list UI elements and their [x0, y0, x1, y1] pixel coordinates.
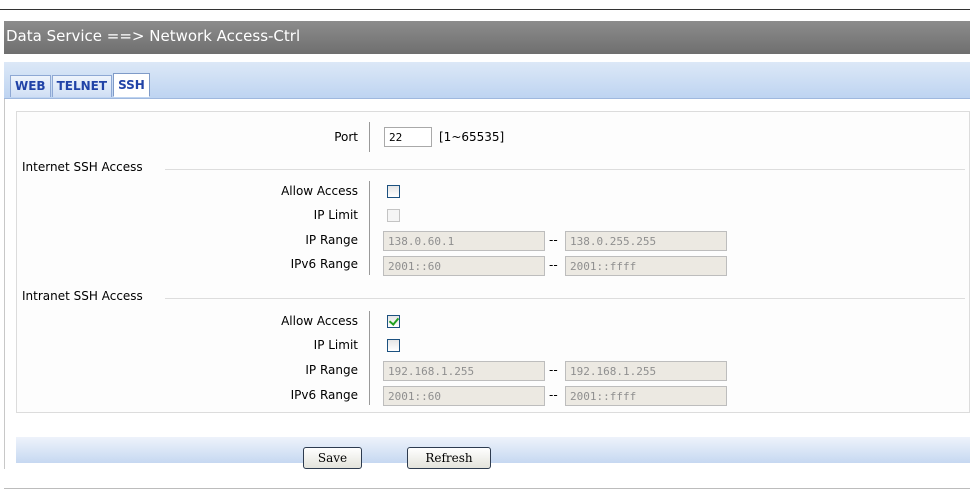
intranet-separator [369, 311, 370, 405]
action-bar [16, 437, 970, 463]
internet-ip-limit-label: IP Limit [313, 208, 358, 222]
intranet-allow-access-checkbox[interactable] [387, 315, 400, 328]
tab-web[interactable]: WEB [10, 75, 51, 97]
tab-ssh[interactable]: SSH [113, 73, 150, 97]
intranet-ip-limit-label: IP Limit [313, 338, 358, 352]
page-title: Data Service ==> Network Access-Ctrl [6, 27, 301, 45]
internet-allow-access-label: Allow Access [281, 184, 358, 198]
internet-ipv6-range-end-input[interactable] [565, 256, 727, 276]
internet-allow-access-checkbox[interactable] [387, 185, 400, 198]
refresh-button[interactable]: Refresh [407, 447, 491, 469]
internet-ip-range-label: IP Range [305, 233, 358, 247]
intranet-ip-range-end-input[interactable] [565, 361, 727, 381]
intranet-ip-range-separator: -- [549, 363, 558, 377]
internet-section-divider [165, 169, 965, 170]
tab-list: WEB TELNET SSH [10, 73, 151, 97]
intranet-ipv6-range-start-input[interactable] [383, 386, 545, 406]
intranet-ipv6-range-separator: -- [549, 388, 558, 402]
internet-ipv6-range-label: IPv6 Range [290, 257, 358, 271]
intranet-ip-limit-checkbox[interactable] [387, 339, 400, 352]
internet-section-title: Internet SSH Access [22, 160, 143, 174]
intranet-section-divider [165, 298, 965, 299]
internet-separator [369, 181, 370, 275]
bottom-border [4, 488, 970, 489]
internet-ip-limit-checkbox[interactable] [387, 209, 400, 222]
title-bar: Data Service ==> Network Access-Ctrl [4, 21, 970, 54]
tab-telnet[interactable]: TELNET [51, 75, 113, 97]
internet-ip-range-end-input[interactable] [565, 231, 727, 251]
intranet-ipv6-range-end-input[interactable] [565, 386, 727, 406]
save-button[interactable]: Save [303, 447, 362, 469]
port-separator [369, 122, 370, 152]
intranet-ip-range-start-input[interactable] [383, 361, 545, 381]
intranet-ipv6-range-label: IPv6 Range [290, 388, 358, 402]
check-mark-icon [388, 315, 400, 326]
internet-ipv6-range-separator: -- [549, 258, 558, 272]
port-input[interactable] [384, 127, 432, 147]
intranet-section-title: Intranet SSH Access [22, 289, 143, 303]
tab-bar: WEB TELNET SSH [4, 62, 970, 99]
intranet-ip-range-label: IP Range [305, 363, 358, 377]
top-border [0, 0, 970, 10]
internet-ip-range-start-input[interactable] [383, 231, 545, 251]
port-range-hint: [1~65535] [439, 130, 505, 144]
internet-ipv6-range-start-input[interactable] [383, 256, 545, 276]
intranet-allow-access-label: Allow Access [281, 314, 358, 328]
internet-ip-range-separator: -- [549, 233, 558, 247]
port-label: Port [334, 130, 358, 144]
